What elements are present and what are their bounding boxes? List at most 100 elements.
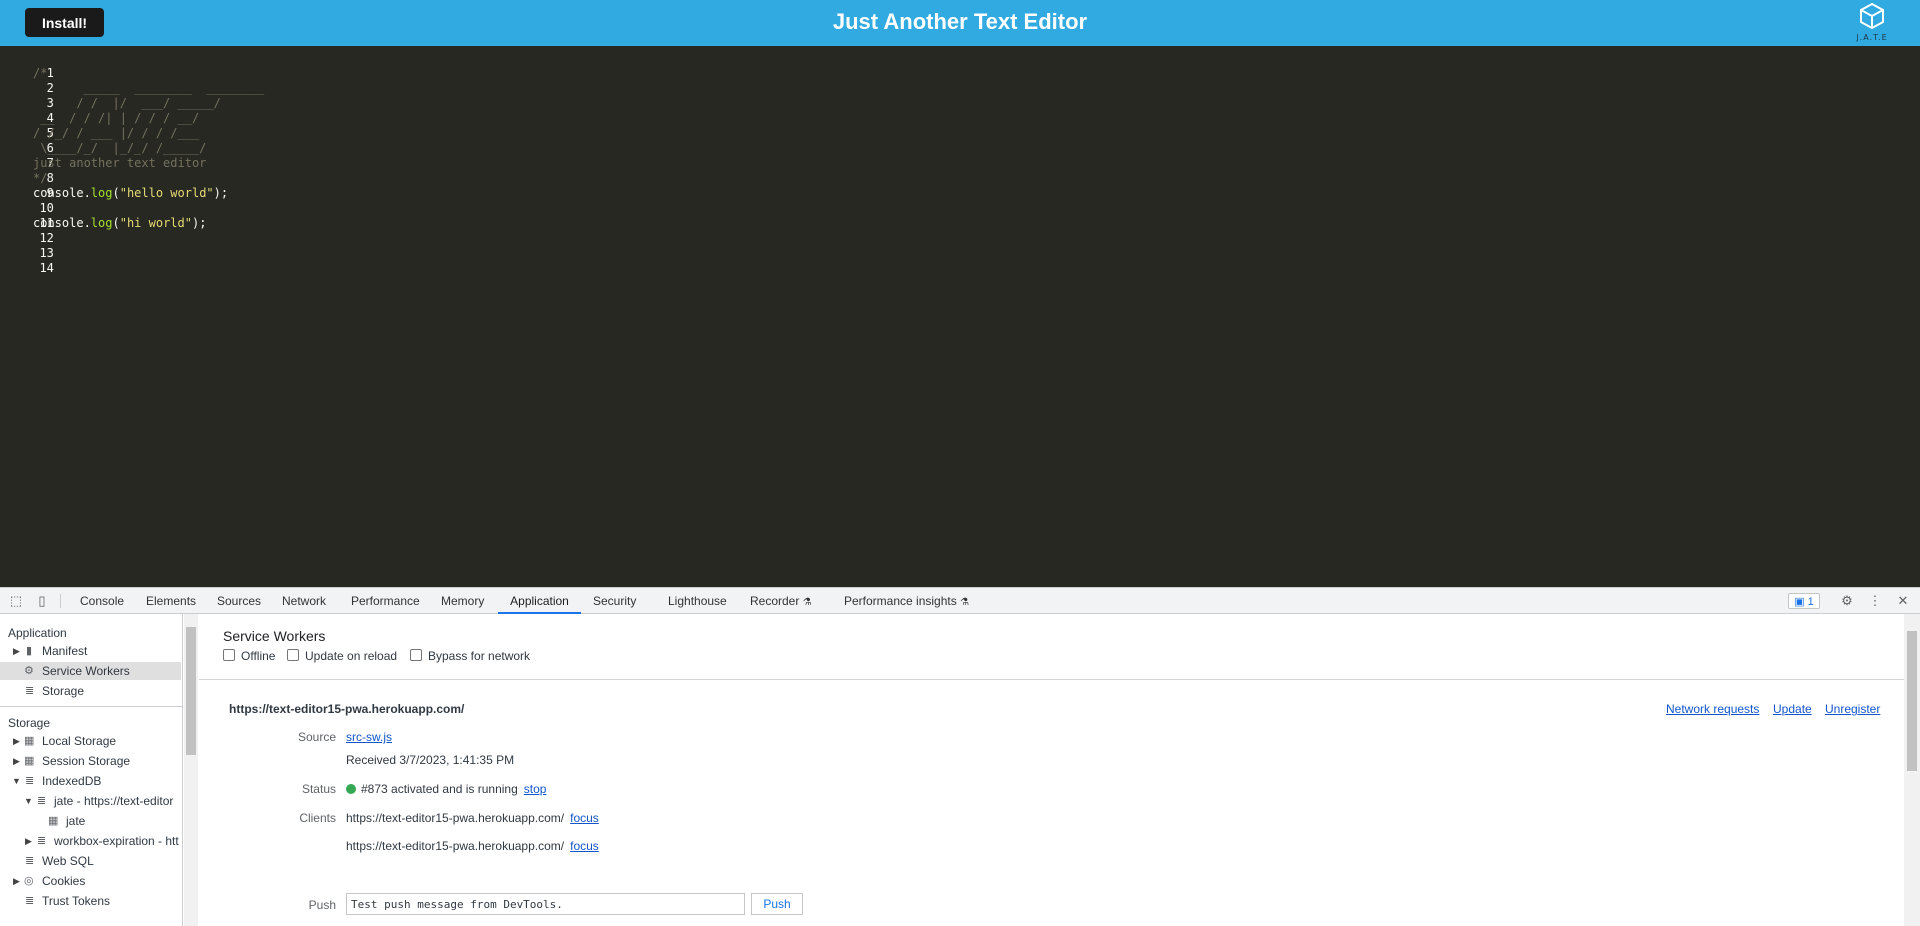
expand-arrow-icon[interactable]: ▶	[25, 832, 32, 850]
stop-link[interactable]: stop	[524, 782, 547, 796]
gear-icon[interactable]: ⚙	[1839, 593, 1855, 609]
line-number: 14	[39, 261, 54, 275]
sidebar-scrollbar-thumb[interactable]	[186, 627, 196, 755]
logo-text: J.A.T.E	[1856, 33, 1888, 42]
checkbox-box[interactable]	[223, 649, 235, 661]
code-string: "hello world"	[119, 186, 214, 200]
expand-arrow-icon[interactable]: ▶	[13, 872, 20, 890]
checkbox-box[interactable]	[287, 649, 299, 661]
tab-elements[interactable]: Elements	[146, 588, 196, 614]
bypass-for-network-checkbox[interactable]: Bypass for network	[410, 649, 530, 663]
app-logo: J.A.T.E	[1848, 2, 1896, 44]
update-on-reload-checkbox[interactable]: Update on reload	[287, 649, 397, 663]
sw-origin: https://text-editor15-pwa.herokuapp.com/	[229, 702, 465, 716]
checkbox-label: Bypass for network	[428, 649, 531, 663]
code-string: "hi world"	[119, 216, 192, 230]
collapse-arrow-icon[interactable]: ▼	[12, 772, 21, 790]
sidebar-item-label: Trust Tokens	[42, 894, 111, 908]
document-icon: ▮	[26, 645, 33, 657]
database-icon: ≣	[37, 835, 47, 847]
sidebar-item-jate-db[interactable]: ▼ ≣ jate - https://text-editor	[0, 792, 181, 810]
focus-link[interactable]: focus	[570, 839, 599, 853]
code-statement: console.log("hi world");	[33, 216, 206, 231]
sidebar-item-label: Local Storage	[42, 734, 117, 748]
tab-recorder[interactable]: Recorder ⚗	[750, 588, 812, 614]
sidebar-item-workbox-expiration[interactable]: ▶ ≣ workbox-expiration - htt	[0, 832, 181, 850]
cube-logo-icon	[1860, 2, 1884, 30]
push-label: Push	[308, 898, 336, 912]
editor-line: 11	[0, 201, 53, 230]
tab-console[interactable]: Console	[80, 588, 124, 614]
tab-memory[interactable]: Memory	[441, 588, 484, 614]
code-object: console.	[33, 186, 91, 200]
tab-security[interactable]: Security	[593, 588, 636, 614]
network-requests-link[interactable]: Network requests	[1666, 702, 1759, 716]
update-link[interactable]: Update	[1773, 702, 1812, 716]
code-object: console.	[33, 216, 91, 230]
sidebar-item-session-storage[interactable]: ▶ ▦ Session Storage	[0, 752, 181, 770]
sidebar-item-web-sql[interactable]: ≣ Web SQL	[0, 852, 181, 870]
sidebar-item-local-storage[interactable]: ▶ ▦ Local Storage	[0, 732, 181, 750]
code-comment: / /_/ / ___ |/ / / /___	[33, 126, 200, 140]
message-icon: ▣	[1794, 596, 1805, 608]
tab-lighthouse[interactable]: Lighthouse	[668, 588, 727, 614]
device-toolbar-icon[interactable]: ▯	[34, 593, 50, 609]
sidebar-item-label: Web SQL	[42, 854, 94, 868]
sidebar-item-storage[interactable]: ≣ Storage	[0, 682, 181, 700]
sidebar-item-cookies[interactable]: ▶ ◎ Cookies	[0, 872, 181, 890]
tab-performance-insights[interactable]: Performance insights ⚗	[844, 588, 969, 614]
tab-sources[interactable]: Sources	[217, 588, 261, 614]
table-icon: ▦	[24, 735, 35, 747]
code-statement: console.log("hello world");	[33, 186, 228, 201]
source-link[interactable]: src-sw.js	[346, 730, 392, 744]
editor-line: 12 console.log("hi world");	[0, 216, 206, 245]
close-icon[interactable]: ✕	[1895, 593, 1911, 609]
source-label: Source	[297, 730, 336, 744]
tab-network[interactable]: Network	[282, 588, 326, 614]
status-value: #873 activated and is running stop	[346, 782, 546, 796]
collapse-arrow-icon[interactable]: ▼	[24, 792, 33, 810]
editor-line: 8 just another text editor	[0, 156, 206, 185]
issues-count: 1	[1807, 596, 1814, 608]
sidebar-divider	[0, 706, 182, 707]
sidebar-item-indexeddb[interactable]: ▼ ≣ IndexedDB	[0, 772, 181, 790]
flask-icon: ⚗	[960, 597, 970, 608]
tab-application[interactable]: Application	[498, 588, 581, 614]
expand-arrow-icon[interactable]: ▶	[13, 642, 20, 660]
code-editor[interactable]: 1 2 /* 3 _____ ________ ________ 4 / / |…	[0, 46, 1920, 587]
table-icon: ▦	[24, 755, 35, 767]
more-options-icon[interactable]: ⋮	[1867, 593, 1883, 609]
expand-arrow-icon[interactable]: ▶	[13, 732, 20, 750]
expand-arrow-icon[interactable]: ▶	[13, 752, 20, 770]
sidebar-item-jate-store[interactable]: ▦ jate	[0, 812, 181, 830]
sidebar-item-label: jate - https://text-editor	[54, 794, 174, 808]
checkbox-box[interactable]	[410, 649, 422, 661]
pane-title: Service Workers	[223, 628, 326, 644]
sidebar-item-trust-tokens[interactable]: ≣ Trust Tokens	[0, 892, 181, 910]
tab-performance[interactable]: Performance	[351, 588, 420, 614]
pane-scrollbar-thumb[interactable]	[1907, 631, 1917, 771]
database-icon: ≣	[25, 895, 35, 907]
sidebar-header-storage: Storage	[8, 716, 51, 730]
client-url: https://text-editor15-pwa.herokuapp.com/	[346, 811, 565, 825]
focus-link[interactable]: focus	[570, 811, 599, 825]
code-function: log	[90, 216, 113, 230]
devtools-panel: ⬚ ▯ Console Elements Sources Network Per…	[0, 587, 1920, 926]
client-row: https://text-editor15-pwa.herokuapp.com/…	[346, 839, 599, 853]
issues-badge[interactable]: ▣ 1	[1788, 593, 1820, 609]
code-comment: */	[33, 171, 48, 185]
inspect-element-icon[interactable]: ⬚	[8, 593, 24, 609]
client-row: https://text-editor15-pwa.herokuapp.com/…	[346, 811, 599, 825]
offline-checkbox[interactable]: Offline	[223, 649, 275, 663]
push-button[interactable]: Push	[751, 893, 803, 915]
code-punct: (	[112, 216, 120, 230]
sidebar-item-manifest[interactable]: ▶ ▮ Manifest	[0, 642, 181, 660]
sidebar-item-service-workers[interactable]: ⚙ Service Workers	[0, 662, 181, 680]
push-message-input[interactable]	[346, 893, 745, 915]
code-comment: / / |/ ___/ _____/	[33, 96, 221, 110]
editor-line: 13	[0, 231, 53, 260]
source-value: src-sw.js	[346, 730, 392, 744]
editor-line: 9 */	[0, 171, 54, 200]
code-punct: );	[191, 216, 207, 230]
unregister-link[interactable]: Unregister	[1825, 702, 1880, 716]
